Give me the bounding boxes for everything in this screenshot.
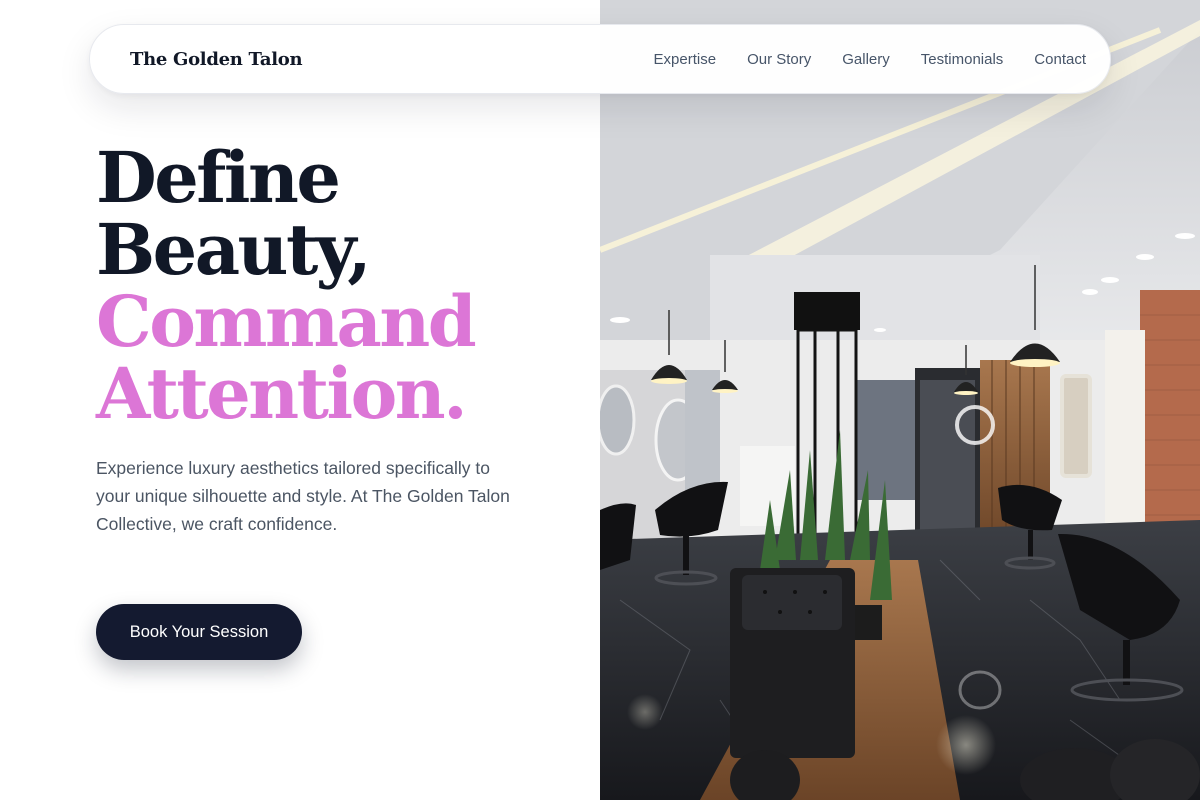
nav-link-our-story[interactable]: Our Story xyxy=(747,51,811,68)
headline-line-1: Define xyxy=(96,136,341,219)
headline-line-2: Beauty, xyxy=(96,208,372,291)
nav-link-contact[interactable]: Contact xyxy=(1034,51,1086,68)
brand-logo[interactable]: The Golden Talon xyxy=(130,49,303,70)
top-navbar: The Golden Talon Expertise Our Story Gal… xyxy=(89,24,1111,94)
nav-link-gallery[interactable]: Gallery xyxy=(842,51,890,68)
hero-headline: Define Beauty, Command Attention. xyxy=(96,142,596,430)
nav-link-expertise[interactable]: Expertise xyxy=(654,51,717,68)
hero-section: Define Beauty, Command Attention. Experi… xyxy=(96,142,596,538)
salon-interior-photo xyxy=(600,0,1200,800)
headline-line-3: Command xyxy=(96,280,477,363)
hero-description: Experience luxury aesthetics tailored sp… xyxy=(96,458,510,534)
nav-links: Expertise Our Story Gallery Testimonials… xyxy=(654,51,1086,68)
book-session-button[interactable]: Book Your Session xyxy=(96,604,302,660)
headline-line-4: Attention. xyxy=(96,352,468,435)
nav-link-testimonials[interactable]: Testimonials xyxy=(921,51,1004,68)
